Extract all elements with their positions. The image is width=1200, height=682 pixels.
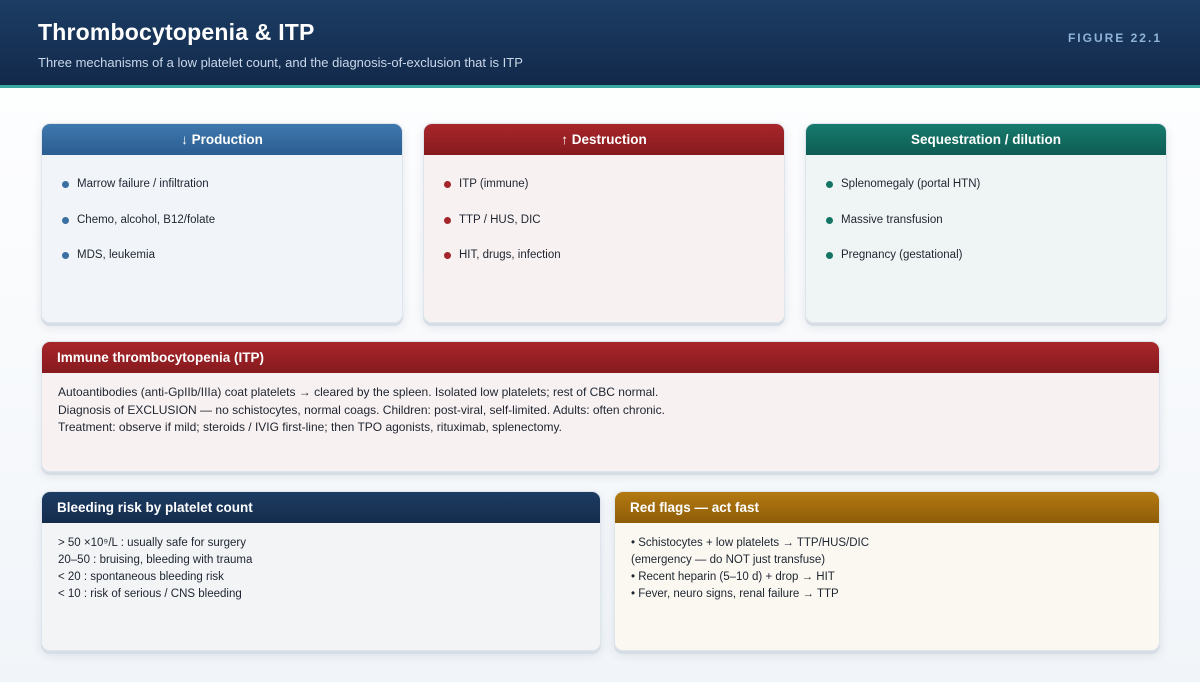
list-item-text: Massive transfusion — [841, 213, 943, 226]
bullet-dot-icon — [62, 216, 69, 224]
bullet-dot-icon — [444, 252, 451, 259]
bleeding-risk-line: < 10 : risk of serious / CNS bleeding — [58, 588, 242, 600]
red-flag-line: • Schistocytes + low platelets → TTP/HUS… — [631, 537, 870, 549]
itp-card-body: Autoantibodies (anti-GpIIb/IIIa) coat pl… — [42, 373, 1159, 471]
list-item-text: Chemo, alcohol, B12/folate — [77, 213, 216, 226]
sequestration-list: Splenomegaly (portal HTN) Massive transf… — [826, 178, 980, 285]
list-item: Massive transfusion — [826, 214, 980, 250]
list-item-text: MDS, leukemia — [77, 249, 155, 261]
itp-text: Autoantibodies (anti-GpIIb/IIIa) coat pl… — [58, 384, 665, 437]
bullet-dot-icon — [444, 216, 451, 224]
red-flag-line: • Recent heparin (5–10 d) + drop → HIT — [631, 571, 835, 583]
list-item: Chemo, alcohol, B12/folate — [62, 214, 215, 250]
bleeding-risk-card: Bleeding risk by platelet count > 50 ×10… — [41, 491, 601, 651]
list-item-text: TTP / HUS, DIC — [459, 213, 541, 226]
production-list: Marrow failure / infiltration Chemo, alc… — [62, 178, 215, 285]
list-item-text: HIT, drugs, infection — [459, 249, 561, 261]
bleeding-risk-line: > 50 ×10⁹/L : usually safe for surgery — [58, 537, 246, 549]
list-item: ITP (immune) — [444, 178, 561, 214]
list-item-text: ITP (immune) — [459, 178, 529, 190]
bullet-dot-icon — [826, 216, 833, 224]
red-flags-card: Red flags — act fast • Schistocytes + lo… — [614, 491, 1160, 651]
sequestration-card: Sequestration / dilution Splenomegaly (p… — [805, 123, 1167, 323]
header-accent-stripe — [0, 85, 1200, 88]
list-item: Pregnancy (gestational) — [826, 249, 980, 285]
list-item: TTP / HUS, DIC — [444, 214, 561, 250]
destruction-card: ↑ Destruction ITP (immune) TTP / HUS, DI… — [423, 123, 785, 323]
itp-line: Treatment: observe if mild; steroids / I… — [58, 420, 562, 434]
list-item: MDS, leukemia — [62, 249, 215, 285]
page-title: Thrombocytopenia & ITP — [38, 19, 315, 45]
page-header: Thrombocytopenia & ITP Three mechanisms … — [0, 0, 1200, 85]
itp-line: Autoantibodies (anti-GpIIb/IIIa) coat pl… — [58, 385, 659, 399]
list-item: Splenomegaly (portal HTN) — [826, 178, 980, 214]
bullet-dot-icon — [826, 181, 833, 188]
production-card-body: Marrow failure / infiltration Chemo, alc… — [42, 155, 402, 322]
list-item-text: Splenomegaly (portal HTN) — [841, 178, 981, 190]
itp-card-title: Immune thrombocytopenia (ITP) — [42, 342, 1159, 373]
list-item: Marrow failure / infiltration — [62, 178, 215, 214]
bullet-dot-icon — [62, 252, 69, 259]
bleeding-risk-line: < 20 : spontaneous bleeding risk — [58, 571, 224, 583]
list-item: HIT, drugs, infection — [444, 249, 561, 285]
bleeding-risk-text: > 50 ×10⁹/L : usually safe for surgery 2… — [58, 535, 252, 603]
production-card-title: ↓ Production — [42, 124, 402, 155]
bullet-dot-icon — [62, 181, 69, 188]
red-flags-card-body: • Schistocytes + low platelets → TTP/HUS… — [615, 523, 1159, 650]
destruction-list: ITP (immune) TTP / HUS, DIC HIT, drugs, … — [444, 178, 561, 285]
bullet-dot-icon — [444, 181, 451, 188]
red-flags-text: • Schistocytes + low platelets → TTP/HUS… — [631, 535, 869, 603]
destruction-card-title: ↑ Destruction — [424, 124, 784, 155]
bleeding-risk-card-body: > 50 ×10⁹/L : usually safe for surgery 2… — [42, 523, 600, 650]
production-card: ↓ Production Marrow failure / infiltrati… — [41, 123, 403, 323]
sequestration-card-title: Sequestration / dilution — [806, 124, 1166, 155]
bullet-dot-icon — [826, 252, 833, 259]
red-flags-card-title: Red flags — act fast — [615, 492, 1159, 523]
page-subtitle: Three mechanisms of a low platelet count… — [38, 55, 523, 70]
bleeding-risk-card-title: Bleeding risk by platelet count — [42, 492, 600, 523]
sequestration-card-body: Splenomegaly (portal HTN) Massive transf… — [806, 155, 1166, 322]
itp-card: Immune thrombocytopenia (ITP) Autoantibo… — [41, 341, 1160, 472]
red-flag-line: (emergency — do NOT just transfuse) — [631, 554, 826, 566]
destruction-card-body: ITP (immune) TTP / HUS, DIC HIT, drugs, … — [424, 155, 784, 322]
list-item-text: Pregnancy (gestational) — [841, 249, 963, 261]
itp-line: Diagnosis of EXCLUSION — no schistocytes… — [58, 402, 665, 417]
list-item-text: Marrow failure / infiltration — [77, 178, 209, 190]
figure-label: FIGURE 22.1 — [1067, 31, 1162, 45]
bleeding-risk-line: 20–50 : bruising, bleeding with trauma — [58, 554, 253, 566]
red-flag-line: • Fever, neuro signs, renal failure → TT… — [631, 588, 839, 600]
